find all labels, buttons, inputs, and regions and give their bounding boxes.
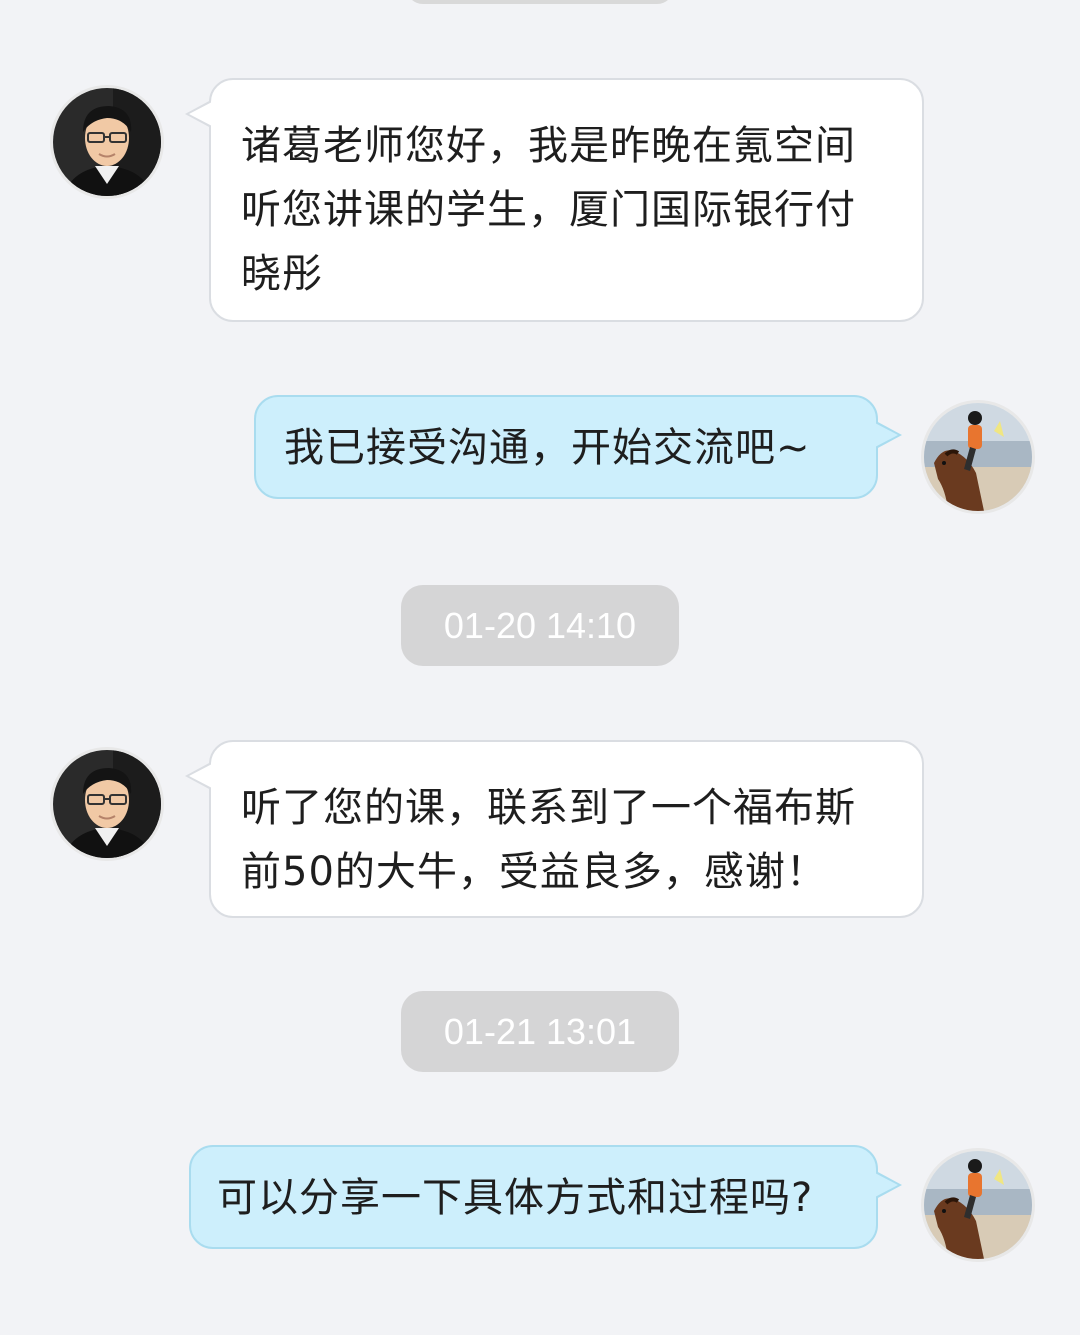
person-with-glasses-icon [53, 88, 161, 196]
message-bubble-outgoing[interactable]: 可以分享一下具体方式和过程吗? [189, 1145, 902, 1249]
contact-avatar[interactable] [50, 747, 164, 861]
person-with-glasses-icon [53, 750, 161, 858]
message-text: 听了您的课，联系到了一个福布斯前50的大牛，受益良多，感谢！ [241, 785, 856, 895]
bubble-tail-fill [189, 102, 212, 126]
bubble-tail-fill [875, 423, 898, 447]
timestamp-pill: 01-20 14:10 [401, 585, 679, 666]
my-avatar[interactable] [921, 400, 1035, 514]
contact-avatar[interactable] [50, 85, 164, 199]
timestamp-pill: 01-21 13:01 [401, 991, 679, 1072]
chat-thread[interactable]: 诸葛老师您好，我是昨晚在氪空间听您讲课的学生，厦门国际银行付晓彤 我已接受沟通，… [0, 0, 1080, 1335]
message-text: 可以分享一下具体方式和过程吗? [217, 1175, 814, 1221]
bubble-tail-fill [189, 764, 212, 788]
message-bubble-incoming[interactable]: 诸葛老师您好，我是昨晚在氪空间听您讲课的学生，厦门国际银行付晓彤 [185, 78, 924, 322]
message-text: 诸葛老师您好，我是昨晚在氪空间听您讲课的学生，厦门国际银行付晓彤 [241, 123, 856, 297]
message-bubble-incoming[interactable]: 听了您的课，联系到了一个福布斯前50的大牛，受益良多，感谢！ [185, 740, 924, 918]
horse-rider-icon [924, 403, 1032, 511]
my-avatar[interactable] [921, 1148, 1035, 1262]
horse-rider-icon [924, 1151, 1032, 1259]
message-text: 我已接受沟通，开始交流吧~ [284, 425, 811, 471]
bubble-tail-fill [875, 1173, 898, 1197]
timestamp-pill-partial [406, 0, 674, 4]
message-bubble-outgoing[interactable]: 我已接受沟通，开始交流吧~ [254, 395, 902, 499]
